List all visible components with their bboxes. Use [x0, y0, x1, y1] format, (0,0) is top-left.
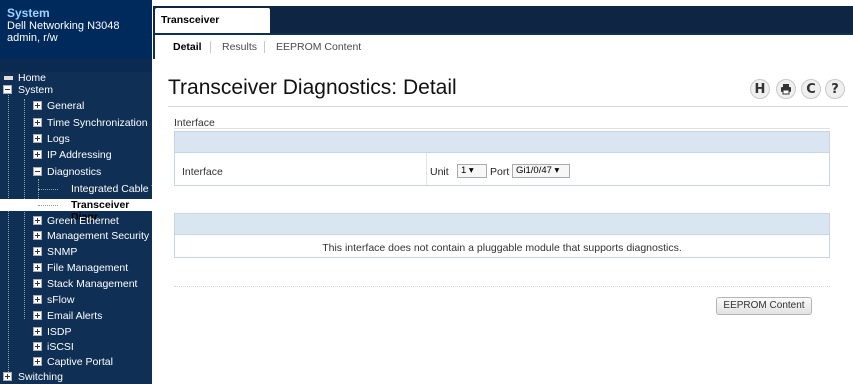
expand-icon[interactable]	[33, 134, 42, 143]
expand-icon[interactable]	[33, 279, 42, 288]
expand-icon[interactable]	[3, 372, 12, 381]
panel-header	[175, 132, 829, 153]
help-icon[interactable]: ?	[825, 79, 845, 99]
title-divider	[168, 106, 848, 107]
sidebar-item-integrated-cable-test[interactable]: Integrated Cable Te	[0, 183, 152, 195]
refresh-icon[interactable]: C	[801, 79, 821, 99]
interface-panel: Interface Unit 1 ▾ Port Gi1/0/47 ▾	[174, 131, 830, 186]
sidebar-item-ip-addressing[interactable]: IP Addressing	[0, 149, 152, 161]
expand-icon[interactable]	[33, 216, 42, 225]
expand-icon[interactable]	[33, 150, 42, 159]
sidebar-item-stack-management[interactable]: Stack Management	[0, 278, 152, 290]
expand-icon[interactable]	[33, 101, 42, 110]
subtab-detail[interactable]: Detail	[173, 40, 202, 54]
expand-icon[interactable]	[33, 263, 42, 272]
result-message: This interface does not contain a plugga…	[322, 242, 682, 254]
sidebar-item-time-synchronization[interactable]: Time Synchronization	[0, 117, 152, 129]
tree-line	[38, 205, 58, 206]
subtab-separator	[264, 41, 265, 53]
sidebar-item-email-alerts[interactable]: Email Alerts	[0, 310, 152, 322]
system-header: System Dell Networking N3048 admin, r/w	[0, 0, 152, 58]
device-name: Dell Networking N3048	[7, 20, 120, 32]
sidebar-item-sflow[interactable]: sFlow	[0, 294, 152, 306]
sidebar-item-logs[interactable]: Logs	[0, 133, 152, 145]
sidebar-item-green-ethernet[interactable]: Green Ethernet	[0, 215, 152, 227]
sidebar-item-switching[interactable]: Switching	[0, 371, 152, 383]
expand-icon[interactable]	[33, 311, 42, 320]
sidebar-item-isdp[interactable]: ISDP	[0, 326, 152, 338]
system-title: System	[7, 6, 50, 20]
collapse-icon[interactable]	[3, 85, 12, 94]
sidebar-item-system[interactable]: System	[0, 84, 152, 96]
sidebar-item-transceiver-diagnostics[interactable]: Transceiver Diagr	[0, 199, 152, 223]
home-icon	[4, 76, 13, 80]
unit-select[interactable]: 1 ▾	[457, 164, 487, 178]
sidebar-item-iscsi[interactable]: iSCSI	[0, 341, 152, 353]
footer-divider	[174, 286, 830, 287]
sidebar-item-snmp[interactable]: SNMP	[0, 246, 152, 258]
expand-icon[interactable]	[33, 247, 42, 256]
printer-icon[interactable]	[776, 79, 796, 99]
expand-icon[interactable]	[33, 118, 42, 127]
collapse-icon[interactable]	[33, 167, 42, 176]
subnav-background	[155, 35, 853, 59]
expand-icon[interactable]	[33, 357, 42, 366]
panel-header	[175, 214, 829, 235]
unit-label: Unit	[430, 166, 449, 178]
sidebar-item-management-security[interactable]: Management Security	[0, 230, 152, 242]
port-label: Port	[490, 166, 510, 178]
sidebar-item-general[interactable]: General	[0, 100, 152, 112]
help-h-icon[interactable]: H	[750, 79, 770, 99]
interface-row-label: Interface	[182, 166, 223, 178]
result-panel: This interface does not contain a plugga…	[174, 213, 830, 258]
subtab-eeprom-content[interactable]: EEPROM Content	[276, 40, 361, 54]
cell-divider	[426, 153, 427, 185]
expand-icon[interactable]	[33, 342, 42, 351]
user-info: admin, r/w	[7, 32, 58, 44]
sidebar-item-file-management[interactable]: File Management	[0, 262, 152, 274]
subtab-separator	[210, 41, 211, 53]
sidebar-item-captive-portal[interactable]: Captive Portal	[0, 356, 152, 368]
eeprom-content-button[interactable]: EEPROM Content	[716, 297, 812, 315]
subtab-results[interactable]: Results	[222, 40, 257, 54]
section-divider	[174, 128, 830, 129]
sidebar-item-diagnostics[interactable]: Diagnostics	[0, 166, 152, 178]
expand-icon[interactable]	[33, 231, 42, 240]
expand-icon[interactable]	[33, 295, 42, 304]
expand-icon[interactable]	[33, 327, 42, 336]
tab-transceiver-diagnostics[interactable]: Transceiver Diagnostics	[155, 8, 270, 51]
sidebar-item-home[interactable]: Home	[0, 72, 152, 84]
port-select[interactable]: Gi1/0/47 ▾	[512, 164, 570, 178]
page-title: Transceiver Diagnostics: Detail	[168, 76, 457, 99]
